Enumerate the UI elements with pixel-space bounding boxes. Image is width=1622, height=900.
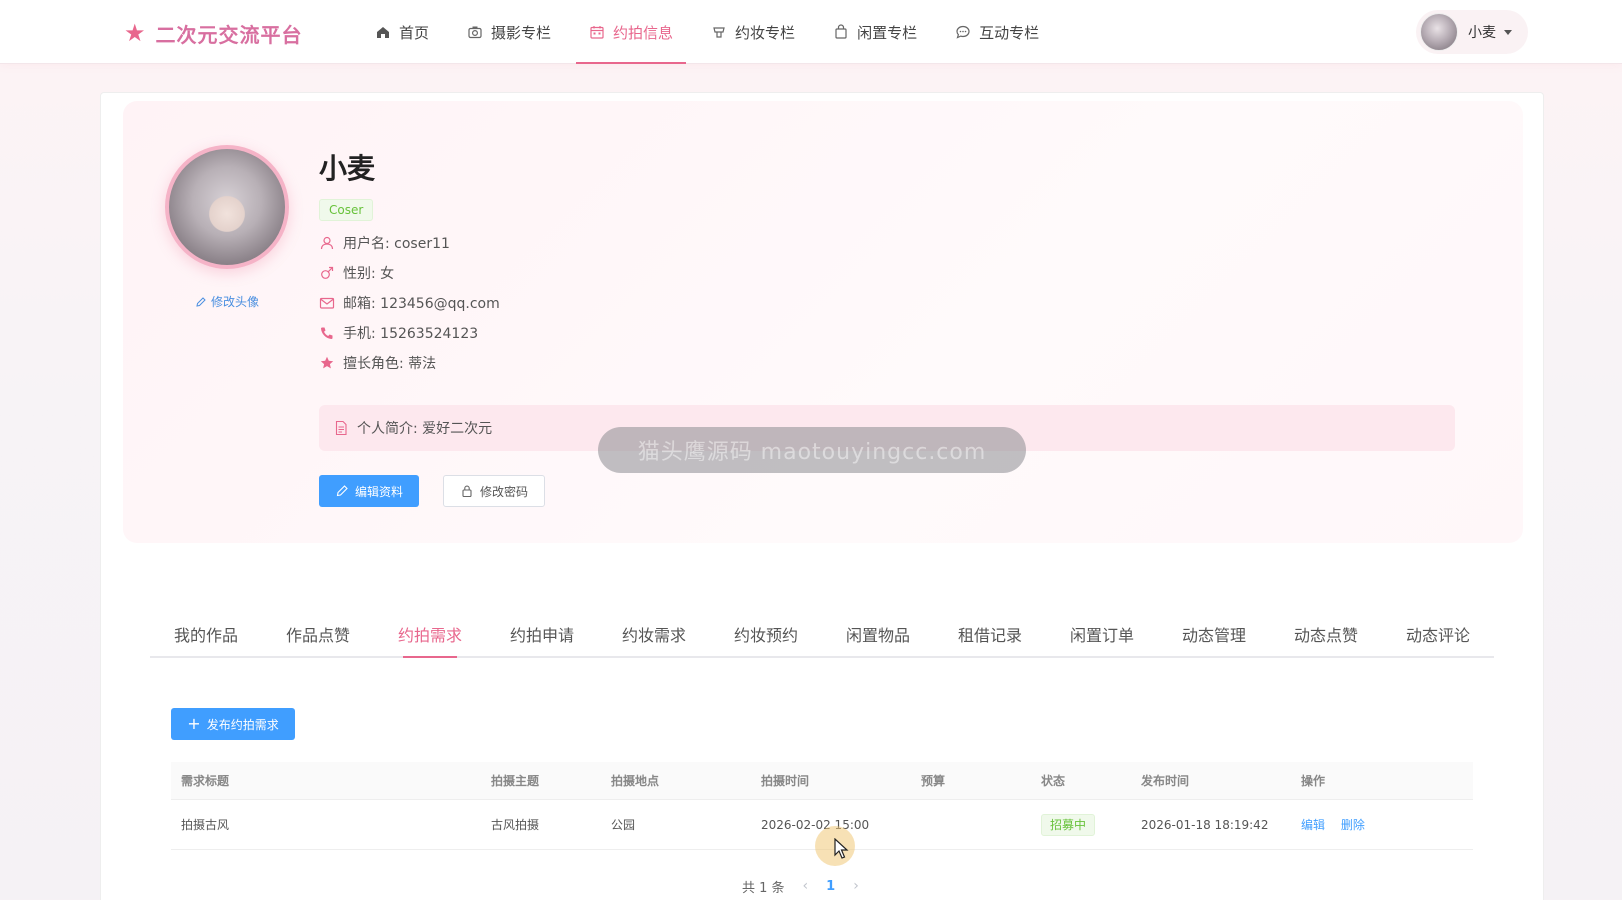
column-header: 状态	[1041, 774, 1066, 788]
info-username-text: 用户名: coser11	[343, 236, 450, 252]
info-gender: 性别: 女	[319, 263, 394, 283]
camera-icon	[467, 24, 483, 40]
tab-photoshoot-applications[interactable]: 约拍申请	[486, 612, 598, 656]
pagination-total: 共 1 条	[742, 880, 785, 896]
pagination: 共 1 条 ‹ 1 ›	[742, 876, 877, 896]
lock-icon	[460, 484, 474, 498]
gender-icon	[319, 265, 335, 281]
caret-down-icon	[1504, 29, 1512, 35]
nav-label: 互动专栏	[979, 23, 1040, 42]
chat-icon	[955, 24, 971, 40]
user-name: 小麦	[1468, 25, 1496, 41]
star-icon	[319, 355, 335, 371]
profile-name: 小麦	[319, 152, 376, 185]
tab-makeup-bookings[interactable]: 约妆预约	[710, 612, 822, 656]
makeup-icon	[711, 24, 727, 40]
nav-item-home[interactable]: 首页	[362, 0, 442, 64]
bio-text: 个人简介: 爱好二次元	[357, 421, 493, 437]
main-nav: 首页 摄影专栏 约拍信息 约妆专栏 闲置专栏 互动专栏	[362, 0, 1064, 64]
nav-label: 闲置专栏	[857, 23, 918, 42]
role-badge: Coser	[319, 199, 374, 221]
change-password-button[interactable]: 修改密码	[443, 475, 545, 507]
tab-idle-orders[interactable]: 闲置订单	[1046, 612, 1158, 656]
column-header: 需求标题	[181, 774, 230, 788]
user-menu[interactable]: 小麦	[1416, 10, 1528, 54]
top-header: ★ 二次元交流平台 首页 摄影专栏 约拍信息 约妆专栏 闲置专栏 互动专栏 小麦	[0, 0, 1622, 64]
cell-status: 招募中	[1031, 813, 1131, 836]
info-skill: 擅长角色: 蒂法	[319, 353, 436, 373]
plus-icon: +	[187, 714, 201, 733]
prev-page-icon[interactable]: ‹	[803, 878, 809, 894]
change-avatar-link[interactable]: 修改头像	[195, 293, 259, 310]
mouse-cursor-icon	[834, 838, 849, 859]
edit-icon	[335, 484, 349, 498]
info-username: 用户名: coser11	[319, 233, 450, 253]
nav-label: 约拍信息	[613, 23, 674, 42]
column-header: 发布时间	[1141, 774, 1190, 788]
nav-item-interaction[interactable]: 互动专栏	[942, 0, 1052, 64]
nav-item-makeup[interactable]: 约妆专栏	[698, 0, 808, 64]
page-number[interactable]: 1	[826, 879, 835, 894]
profile-tabs: 我的作品 作品点赞 约拍需求 约拍申请 约妆需求 约妆预约 闲置物品 租借记录 …	[150, 612, 1494, 658]
info-gender-text: 性别: 女	[343, 266, 395, 282]
delete-link[interactable]: 删除	[1341, 818, 1365, 832]
tab-idle-items[interactable]: 闲置物品	[822, 612, 934, 656]
nav-label: 首页	[399, 23, 430, 42]
info-email-text: 邮箱: 123456@qq.com	[343, 296, 500, 312]
calendar-icon	[589, 24, 605, 40]
cell-theme: 古风拍摄	[491, 818, 540, 832]
column-header: 拍摄地点	[611, 774, 660, 788]
info-email: 邮箱: 123456@qq.com	[319, 293, 500, 313]
edit-profile-label: 编辑资料	[354, 484, 403, 499]
add-request-label: 发布约拍需求	[206, 717, 279, 732]
column-header: 操作	[1301, 774, 1326, 788]
phone-icon	[319, 325, 335, 341]
nav-label: 摄影专栏	[491, 23, 552, 42]
cell-actions: 编辑 删除	[1291, 816, 1473, 833]
tab-work-likes[interactable]: 作品点赞	[262, 612, 374, 656]
change-password-label: 修改密码	[479, 484, 528, 499]
tab-post-likes[interactable]: 动态点赞	[1270, 612, 1382, 656]
info-phone: 手机: 15263524123	[319, 323, 478, 343]
home-icon	[375, 24, 391, 40]
add-request-button[interactable]: + 发布约拍需求	[171, 708, 295, 740]
mail-icon	[319, 295, 335, 311]
tab-post-management[interactable]: 动态管理	[1158, 612, 1270, 656]
bag-icon	[833, 24, 849, 40]
tab-makeup-requests[interactable]: 约妆需求	[598, 612, 710, 656]
brand[interactable]: ★ 二次元交流平台	[124, 18, 303, 48]
nav-item-photoshoot-info[interactable]: 约拍信息	[576, 0, 687, 64]
column-header: 拍摄时间	[761, 774, 810, 788]
table-header: 需求标题 拍摄主题 拍摄地点 拍摄时间 预算 状态 发布时间 操作	[171, 762, 1473, 800]
info-phone-text: 手机: 15263524123	[343, 326, 479, 342]
cell-location: 公园	[611, 818, 636, 832]
edit-profile-button[interactable]: 编辑资料	[319, 475, 419, 507]
tab-rental-records[interactable]: 租借记录	[934, 612, 1046, 656]
profile-panel: 修改头像 小麦 Coser 用户名: coser11 性别: 女 邮箱: 123…	[123, 101, 1523, 543]
next-page-icon[interactable]: ›	[853, 878, 859, 894]
cell-published: 2026-01-18 18:19:42	[1141, 817, 1269, 832]
nav-label: 约妆专栏	[735, 23, 796, 42]
tab-photoshoot-requests[interactable]: 约拍需求	[374, 612, 486, 658]
info-skill-text: 擅长角色: 蒂法	[343, 356, 437, 372]
status-badge: 招募中	[1041, 813, 1096, 836]
edit-link[interactable]: 编辑	[1301, 818, 1325, 832]
profile-avatar	[165, 145, 289, 269]
star-icon: ★	[124, 19, 146, 47]
change-avatar-label: 修改头像	[211, 295, 260, 309]
cell-title: 拍摄古风	[181, 818, 230, 832]
column-header: 预算	[921, 774, 946, 788]
avatar	[1420, 13, 1458, 51]
tab-my-works[interactable]: 我的作品	[150, 612, 262, 656]
nav-item-photography[interactable]: 摄影专栏	[454, 0, 564, 64]
column-header: 拍摄主题	[491, 774, 540, 788]
document-icon	[333, 420, 349, 436]
tab-post-comments[interactable]: 动态评论	[1382, 612, 1494, 656]
edit-icon	[195, 296, 207, 308]
user-icon	[319, 235, 335, 251]
nav-item-idle[interactable]: 闲置专栏	[820, 0, 930, 64]
watermark: 猫头鹰源码 maotouyingcc.com	[598, 427, 1026, 473]
brand-title: 二次元交流平台	[155, 22, 303, 47]
